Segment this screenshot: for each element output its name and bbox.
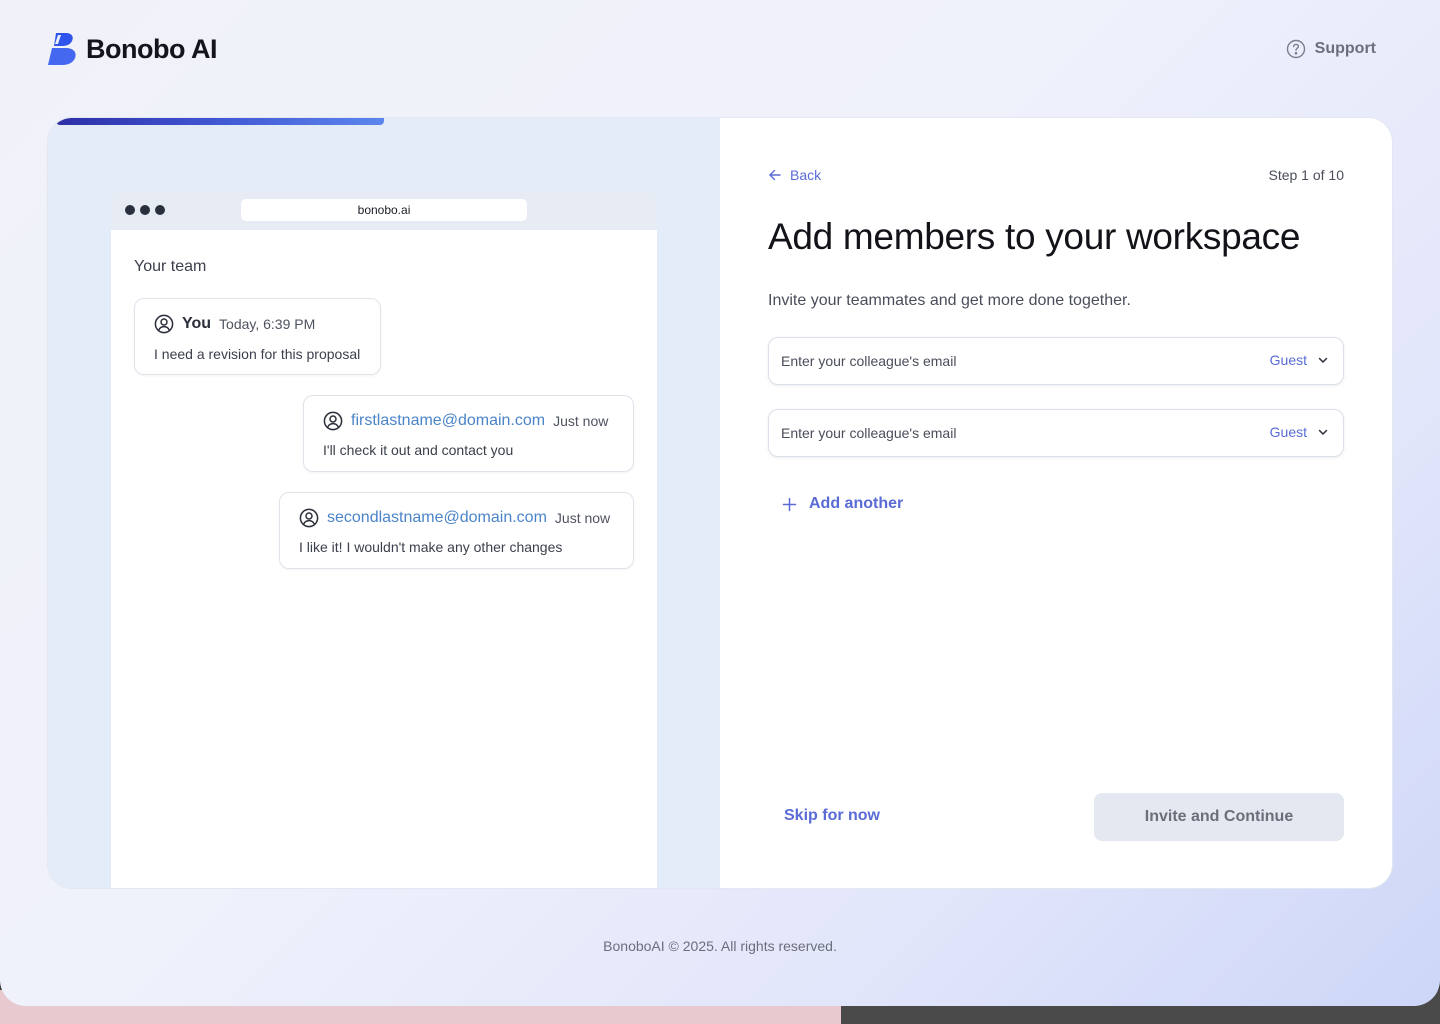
email-input[interactable] [769, 338, 1239, 384]
message-header: firstlastname@domain.com Just now [323, 411, 608, 431]
bonobo-logo-icon [48, 33, 76, 65]
message-author-email: secondlastname@domain.com [327, 509, 547, 526]
footer-copyright: BonoboAI © 2025. All rights reserved. [603, 938, 837, 954]
team-title: Your team [134, 258, 207, 275]
chat-message: secondlastname@domain.com Just now I lik… [279, 492, 634, 569]
chat-message: firstlastname@domain.com Just now I'll c… [303, 395, 634, 472]
message-header: secondlastname@domain.com Just now [299, 508, 610, 528]
page-subtitle: Invite your teammates and get more done … [768, 292, 1131, 309]
message-author: You [182, 315, 212, 332]
back-label: Back [790, 167, 822, 183]
brand-logo[interactable]: Bonobo AI [48, 32, 217, 66]
window-dot [140, 205, 150, 215]
back-button[interactable]: Back [768, 167, 821, 183]
role-select[interactable]: Guest [1270, 424, 1329, 440]
step-indicator: Step 1 of 10 [1268, 167, 1344, 183]
invite-form-panel: Back Step 1 of 10 Add members to your wo… [720, 118, 1392, 888]
arrow-left-icon [769, 169, 781, 181]
browser-preview: bonobo.ai Your team You Today, 6:39 PM I… [111, 191, 657, 888]
email-input[interactable] [769, 410, 1239, 456]
app-window: Bonobo AI Support bonobo.ai Your team Yo… [0, 0, 1440, 1006]
question-circle-icon [1286, 39, 1305, 59]
window-dot [125, 205, 135, 215]
url-bar: bonobo.ai [241, 199, 527, 221]
invite-row: Guest [768, 409, 1344, 457]
user-circle-icon [323, 411, 343, 431]
preview-panel: bonobo.ai Your team You Today, 6:39 PM I… [48, 118, 720, 888]
role-value: Guest [1269, 352, 1307, 368]
skip-button[interactable]: Skip for now [784, 807, 880, 825]
chevron-down-icon [1318, 357, 1328, 363]
user-circle-icon [154, 314, 174, 334]
message-time: Today, 6:39 PM [219, 316, 316, 332]
chevron-down-icon [1318, 429, 1328, 435]
message-time: Just now [554, 510, 611, 526]
add-another-button[interactable]: Add another [782, 495, 903, 513]
role-select[interactable]: Guest [1270, 352, 1329, 368]
chat-message: You Today, 6:39 PM I need a revision for… [134, 298, 381, 375]
role-value: Guest [1269, 424, 1307, 440]
support-label: Support [1314, 40, 1376, 57]
message-text: I'll check it out and contact you [323, 442, 514, 458]
add-another-label: Add another [809, 495, 904, 512]
page-title: Add members to your workspace [768, 216, 1301, 257]
window-dot [155, 205, 165, 215]
message-author-email: firstlastname@domain.com [351, 412, 546, 429]
invite-row: Guest [768, 337, 1344, 385]
browser-toolbar: bonobo.ai [111, 191, 657, 230]
onboarding-progress-bar [56, 118, 384, 125]
onboarding-card: bonobo.ai Your team You Today, 6:39 PM I… [48, 118, 1392, 888]
invite-and-continue-button[interactable]: Invite and Continue [1094, 793, 1344, 841]
message-header: You Today, 6:39 PM [154, 314, 315, 334]
message-text: I like it! I wouldn't make any other cha… [299, 539, 563, 555]
message-text: I need a revision for this proposal [154, 346, 361, 362]
user-circle-icon [299, 508, 319, 528]
message-time: Just now [553, 413, 609, 429]
window-controls [125, 205, 165, 215]
plus-icon [782, 497, 797, 511]
support-link[interactable]: Support [1286, 39, 1376, 59]
brand-name: Bonobo AI [86, 33, 217, 64]
